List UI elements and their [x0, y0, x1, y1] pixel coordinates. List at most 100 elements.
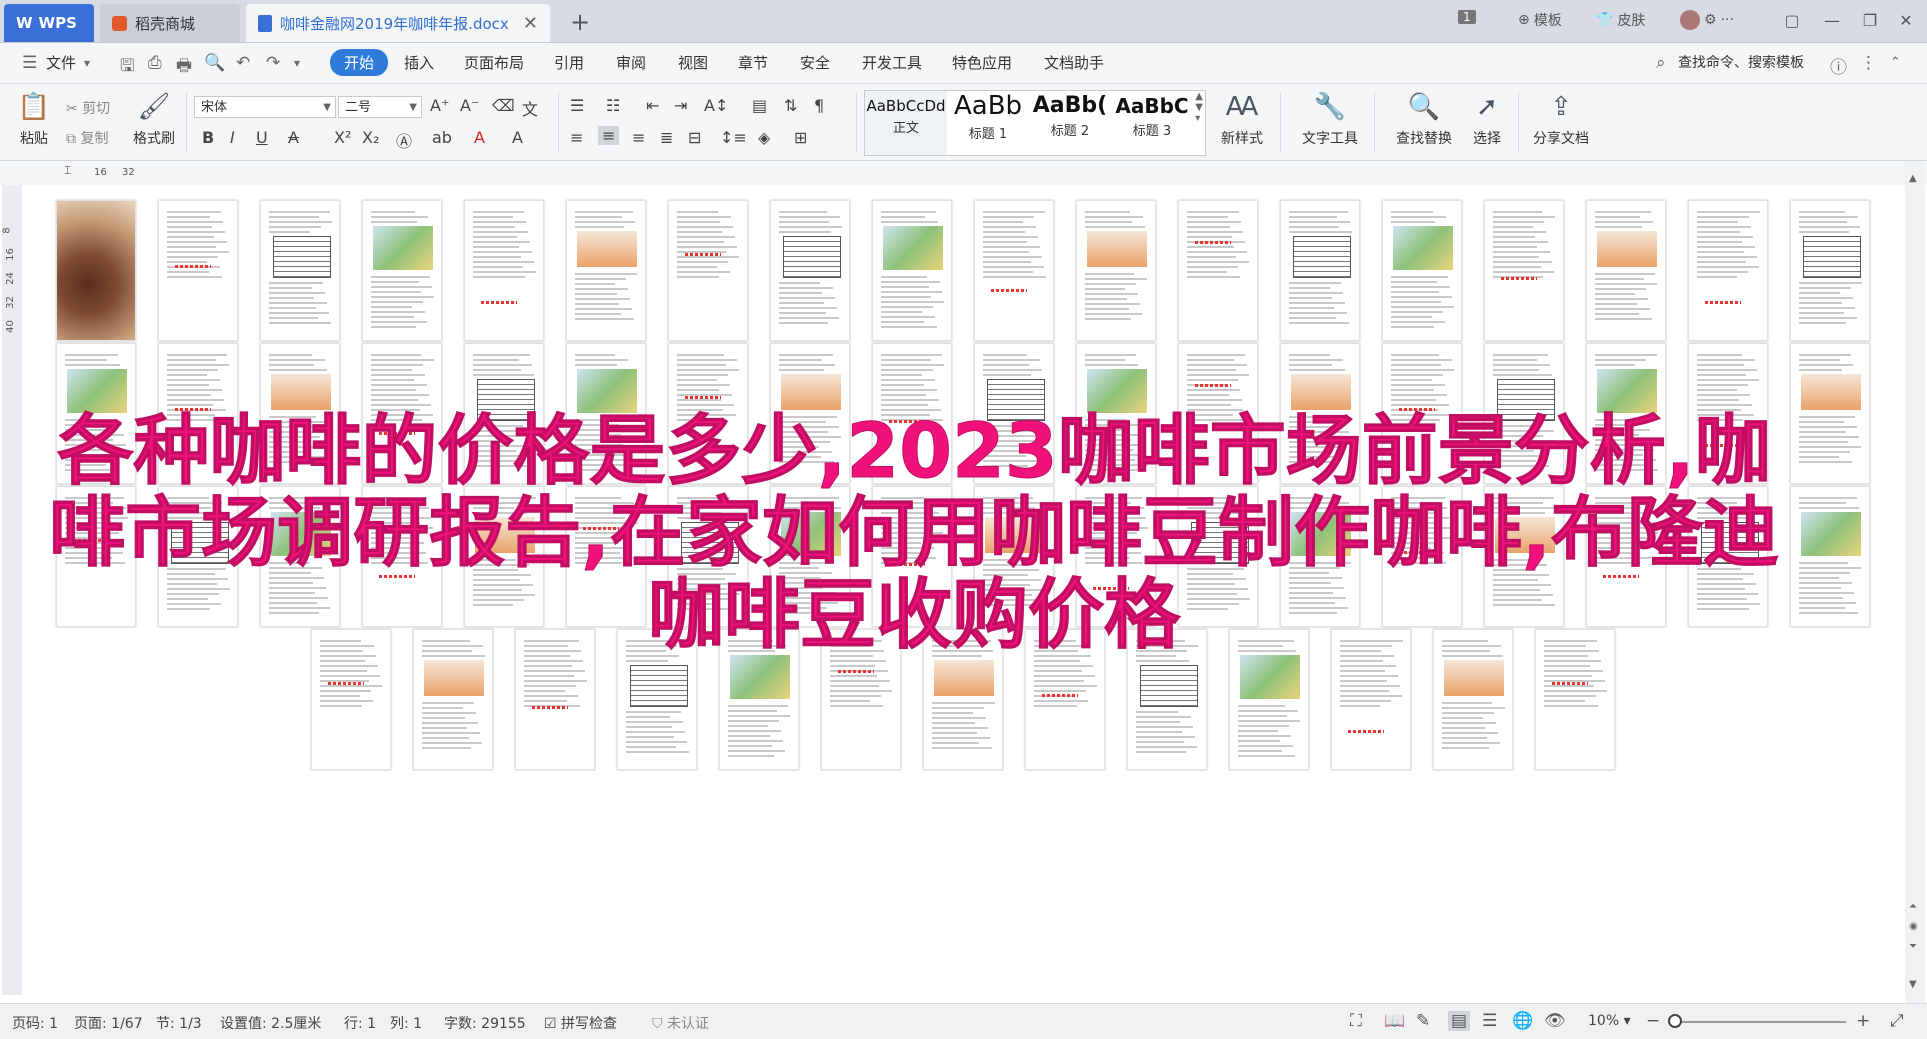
- page-thumbnail[interactable]: [1076, 200, 1156, 341]
- eye-care-icon[interactable]: 👁: [1544, 1011, 1566, 1031]
- font-size-select[interactable]: 二号 ▼: [338, 96, 422, 118]
- menu-view[interactable]: 视图: [678, 52, 708, 73]
- bullet-list-icon[interactable]: ☰: [570, 96, 584, 115]
- paste-button[interactable]: 📋 粘贴: [14, 90, 54, 148]
- auth-status[interactable]: ⛉ 未认证: [652, 1013, 709, 1033]
- share-doc-button[interactable]: ⇪ 分享文档: [1526, 90, 1596, 148]
- help-icon[interactable]: ⓘ: [1830, 53, 1847, 78]
- save-icon[interactable]: 🖫: [120, 53, 134, 82]
- text-direction-icon[interactable]: A↕: [704, 96, 728, 115]
- status-column[interactable]: 列: 1: [390, 1013, 422, 1033]
- scroll-up-icon[interactable]: ▲: [1909, 173, 1917, 184]
- status-section[interactable]: 节: 1/3: [156, 1013, 202, 1033]
- page-thumbnail[interactable]: [1688, 200, 1768, 341]
- page-view-icon[interactable]: ▤: [1448, 1011, 1471, 1031]
- template-button[interactable]: ⊕ 模板: [1518, 10, 1562, 30]
- page-thumbnail[interactable]: [56, 200, 136, 341]
- web-view-icon[interactable]: 🌐: [1512, 1011, 1533, 1031]
- status-word-count[interactable]: 字数: 29155: [444, 1013, 526, 1033]
- menu-page-layout[interactable]: 页面布局: [464, 52, 524, 73]
- status-page-number[interactable]: 页码: 1: [12, 1013, 58, 1033]
- page-thumbnail[interactable]: [158, 200, 238, 341]
- menu-doc-assistant[interactable]: 文档助手: [1044, 52, 1104, 73]
- page-thumbnail[interactable]: [770, 200, 850, 341]
- close-window-button[interactable]: ✕: [1888, 6, 1924, 34]
- page-thumbnail[interactable]: [1586, 200, 1666, 341]
- copy-button[interactable]: ⧉ 复制: [66, 128, 108, 148]
- gallery-scroll-icon[interactable]: ▲ ▼ ▾: [1195, 91, 1203, 124]
- page-thumbnail[interactable]: [1790, 486, 1870, 627]
- export-pdf-icon[interactable]: ⎙: [148, 53, 162, 73]
- status-row[interactable]: 行: 1: [344, 1013, 376, 1033]
- search-command-input[interactable]: 查找命令、搜索模板: [1678, 52, 1804, 72]
- shrink-font-icon[interactable]: A⁻: [460, 96, 479, 115]
- vertical-scrollbar[interactable]: ▲ ⏶ ◉ ⏷ ▼: [1905, 161, 1925, 1003]
- collapse-ribbon-icon[interactable]: ⌃: [1890, 55, 1901, 70]
- window-count-badge[interactable]: 1: [1458, 10, 1476, 24]
- page-thumbnail[interactable]: [566, 200, 646, 341]
- align-left-icon[interactable]: ≡: [570, 128, 583, 147]
- align-center-icon[interactable]: ≡: [598, 126, 620, 145]
- close-tab-icon[interactable]: ✕: [523, 13, 538, 34]
- text-effect-icon[interactable]: Ⓐ: [396, 128, 412, 152]
- menu-security[interactable]: 安全: [800, 52, 830, 73]
- tab-wps[interactable]: W WPS: [4, 4, 94, 42]
- cut-button[interactable]: ✂ 剪切: [66, 98, 110, 118]
- chevron-down-icon[interactable]: ▾: [84, 56, 90, 70]
- page-thumbnail[interactable]: [1484, 200, 1564, 341]
- clear-format-icon[interactable]: ⌫: [492, 96, 515, 115]
- undo-icon[interactable]: ↶: [236, 53, 250, 73]
- font-color-icon[interactable]: A: [474, 128, 485, 147]
- print-icon[interactable]: 🖶: [176, 53, 192, 82]
- new-style-button[interactable]: Ꜳ 新样式: [1212, 90, 1272, 148]
- superscript-icon[interactable]: X²: [334, 128, 351, 147]
- zoom-out-icon[interactable]: −: [1646, 1011, 1660, 1031]
- increase-indent-icon[interactable]: ⇥: [674, 96, 687, 115]
- select-browse-icon[interactable]: ◉: [1909, 921, 1918, 932]
- outline-view-icon[interactable]: ☰: [1482, 1011, 1497, 1031]
- user-avatar-button[interactable]: ⚙ ···: [1680, 10, 1734, 30]
- phonetic-icon[interactable]: 文: [522, 96, 538, 120]
- decrease-indent-icon[interactable]: ⇤: [646, 96, 659, 115]
- scroll-down-icon[interactable]: ▼: [1909, 979, 1917, 990]
- page-thumbnail[interactable]: [974, 200, 1054, 341]
- page-thumbnail[interactable]: [1280, 200, 1360, 341]
- find-replace-button[interactable]: 🔍 查找替换: [1384, 90, 1464, 148]
- zoom-in-icon[interactable]: +: [1856, 1011, 1870, 1031]
- style-normal[interactable]: AaBbCcDd 正文: [865, 91, 947, 155]
- menu-references[interactable]: 引用: [554, 52, 584, 73]
- menu-review[interactable]: 审阅: [616, 52, 646, 73]
- text-tools-button[interactable]: 🔧 文字工具: [1292, 90, 1368, 148]
- page-thumbnail[interactable]: [872, 200, 952, 341]
- spell-check-button[interactable]: ☑ 拼写检查: [544, 1013, 617, 1033]
- menu-file[interactable]: 文件: [46, 52, 76, 73]
- chinese-layout-icon[interactable]: ▤: [752, 96, 767, 115]
- redo-icon[interactable]: ↷: [266, 53, 280, 73]
- read-mode-icon[interactable]: 📖: [1384, 1011, 1405, 1031]
- page-thumbnail[interactable]: [1790, 200, 1870, 341]
- subscript-icon[interactable]: X₂: [362, 128, 379, 147]
- justify-icon[interactable]: ≣: [660, 128, 673, 147]
- page-thumbnail[interactable]: [668, 200, 748, 341]
- zoom-level[interactable]: 10% ▾: [1588, 1013, 1631, 1029]
- menu-developer[interactable]: 开发工具: [862, 52, 922, 73]
- page-thumbnail[interactable]: [1178, 200, 1258, 341]
- fullscreen-icon[interactable]: ⛶: [1350, 1011, 1362, 1031]
- style-heading-2[interactable]: AaBb( 标题 2: [1029, 91, 1111, 155]
- style-heading-1[interactable]: AaBb 标题 1: [947, 91, 1029, 155]
- sort-icon[interactable]: ⇅: [784, 96, 797, 115]
- page-thumbnail[interactable]: [464, 200, 544, 341]
- format-painter-button[interactable]: 🖌 格式刷: [128, 90, 180, 148]
- status-page[interactable]: 页面: 1/67: [74, 1013, 143, 1033]
- line-spacing-icon[interactable]: ↕≡: [720, 128, 747, 147]
- more-options-icon[interactable]: ⋮: [1860, 53, 1877, 73]
- highlight-icon[interactable]: ab: [432, 128, 452, 147]
- skin-button[interactable]: 👕 皮肤: [1596, 10, 1645, 30]
- page-thumbnail[interactable]: [362, 200, 442, 341]
- edit-pen-icon[interactable]: ✎: [1416, 1011, 1430, 1031]
- page-thumbnail[interactable]: [1382, 200, 1462, 341]
- grow-font-icon[interactable]: A⁺: [430, 96, 449, 115]
- restore-button[interactable]: ❐: [1852, 6, 1888, 34]
- print-preview-icon[interactable]: 🔍: [204, 53, 225, 73]
- prev-page-icon[interactable]: ⏶: [1909, 901, 1917, 912]
